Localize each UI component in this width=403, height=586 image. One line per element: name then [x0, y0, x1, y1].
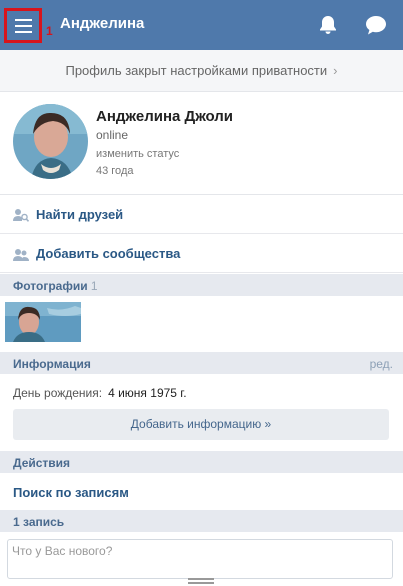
avatar-image	[13, 104, 88, 179]
annotation-number: 1	[46, 24, 53, 38]
top-header: 1 Анджелина	[0, 0, 403, 50]
find-friends-label: Найти друзей	[36, 207, 124, 222]
privacy-notice-text: Профиль закрыт настройками приватности	[65, 63, 328, 78]
info-title: Информация	[13, 357, 91, 371]
birthday-value: 4 июня 1975 г.	[108, 386, 187, 400]
photos-count: 1	[90, 279, 98, 293]
profile-name: Анджелина Джоли	[96, 108, 233, 125]
chevron-right-icon: ›	[333, 63, 338, 78]
wall-title: 1 запись	[13, 515, 65, 529]
add-communities-label: Добавить сообщества	[36, 246, 181, 261]
hamburger-icon-bar	[15, 31, 32, 33]
info-section-header: Информация ред.	[0, 352, 403, 374]
photo-image	[5, 302, 81, 342]
add-communities-row[interactable]: Добавить сообщества	[0, 235, 403, 273]
privacy-notice[interactable]: Профиль закрыт настройками приватности ›	[0, 50, 403, 92]
header-title: Анджелина	[60, 15, 145, 32]
photos-title: Фотографии 1	[13, 279, 98, 293]
composer-placeholder: Что у Вас нового?	[12, 544, 113, 558]
add-info-button[interactable]: Добавить информацию »	[13, 409, 389, 440]
wall-section-header: 1 запись	[0, 510, 403, 532]
profile-card: Анджелина Джоли online изменить статус 4…	[0, 92, 403, 195]
drag-handle[interactable]	[188, 578, 214, 580]
actions-section-header: Действия	[0, 451, 403, 473]
profile-age: 43 года	[96, 165, 134, 177]
photo-thumbnail[interactable]	[5, 302, 81, 342]
online-status: online	[96, 128, 129, 142]
find-friends-row[interactable]: Найти друзей	[0, 196, 403, 234]
avatar[interactable]	[13, 104, 88, 179]
drag-handle-bar	[188, 582, 214, 584]
photos-title-text: Фотографии	[13, 279, 88, 293]
edit-info-link[interactable]: ред.	[370, 357, 393, 371]
chat-bubble-icon[interactable]	[364, 14, 388, 36]
user-search-icon	[13, 209, 29, 222]
hamburger-icon	[15, 19, 32, 21]
search-posts-link[interactable]: Поиск по записям	[13, 485, 129, 500]
bell-icon[interactable]	[317, 14, 339, 36]
birthday-label: День рождения:	[13, 386, 103, 400]
birthday-row: День рождения: 4 июня 1975 г.	[13, 386, 187, 400]
menu-button[interactable]	[4, 8, 42, 43]
photos-section-header[interactable]: Фотографии 1	[0, 274, 403, 296]
hamburger-icon-bar	[15, 25, 32, 27]
users-icon	[13, 249, 29, 261]
change-status-link[interactable]: изменить статус	[96, 148, 179, 160]
post-composer[interactable]: Что у Вас нового?	[7, 539, 393, 579]
actions-title: Действия	[13, 456, 71, 470]
